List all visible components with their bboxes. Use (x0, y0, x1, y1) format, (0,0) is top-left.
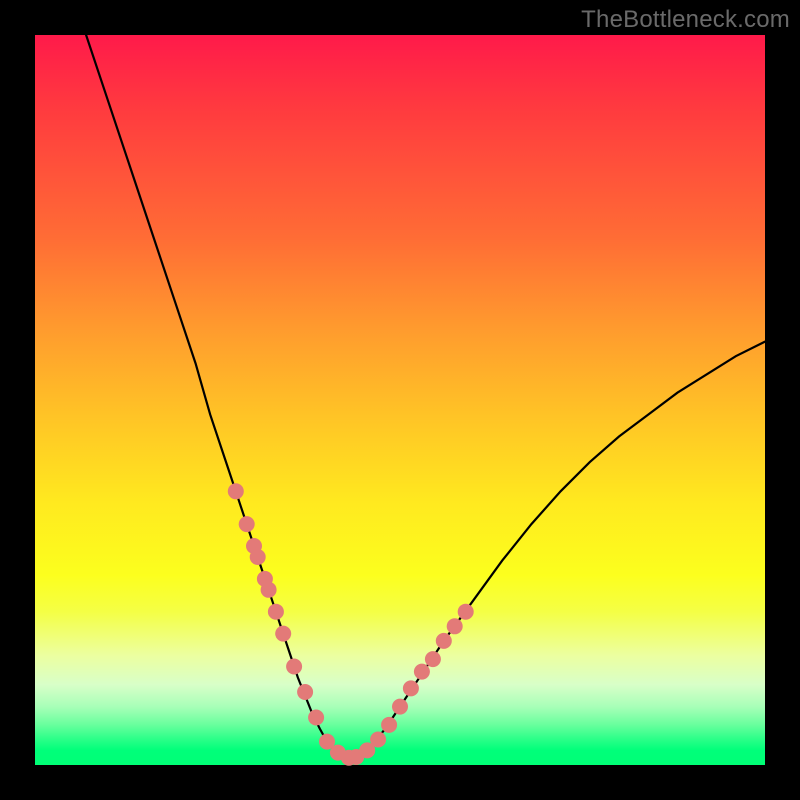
highlighted-dot (297, 684, 313, 700)
highlighted-dot (268, 604, 284, 620)
highlighted-dot (392, 699, 408, 715)
chart-frame: TheBottleneck.com (0, 0, 800, 800)
watermark-text: TheBottleneck.com (581, 6, 790, 34)
highlighted-dot (250, 549, 266, 565)
chart-overlay (35, 35, 765, 765)
highlighted-dot (370, 732, 386, 748)
highlighted-dot (275, 626, 291, 642)
highlighted-dot (425, 651, 441, 667)
highlighted-dot (286, 659, 302, 675)
highlighted-dots-group (228, 483, 474, 765)
highlighted-dot (447, 618, 463, 634)
highlighted-dot (381, 717, 397, 733)
highlighted-dot (239, 516, 255, 532)
highlighted-dot (261, 582, 277, 598)
highlighted-dot (458, 604, 474, 620)
curve-line (86, 35, 765, 758)
highlighted-dot (308, 710, 324, 726)
highlighted-dot (414, 664, 430, 680)
highlighted-dot (436, 633, 452, 649)
highlighted-dot (403, 680, 419, 696)
highlighted-dot (228, 483, 244, 499)
